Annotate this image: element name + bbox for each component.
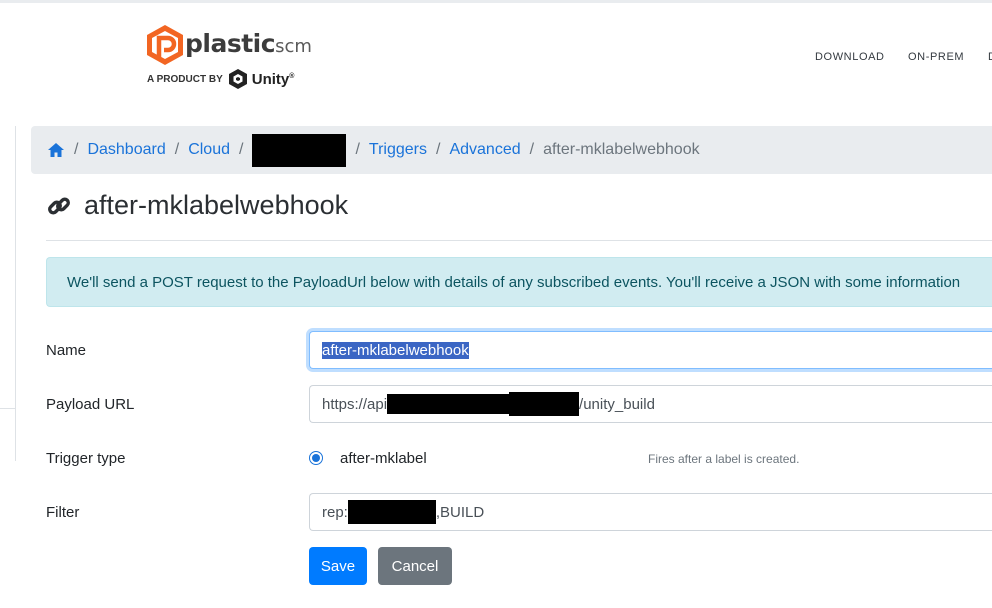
trigger-type-option[interactable]: after-mklabel: [340, 450, 427, 467]
breadcrumb-separator: /: [239, 141, 244, 158]
breadcrumb-advanced[interactable]: Advanced: [449, 141, 520, 159]
save-button[interactable]: Save: [309, 547, 367, 585]
breadcrumb-current: after-mklabelwebhook: [543, 141, 700, 158]
plastic-logo-icon: [147, 25, 183, 65]
logo-byline: A PRODUCT BY Unity®: [147, 68, 294, 90]
nav-item-cut-off[interactable]: D: [988, 51, 992, 63]
payload-url-suffix: /unity_build: [579, 395, 655, 413]
home-icon[interactable]: [47, 142, 65, 158]
breadcrumb: / Dashboard / Cloud / / Triggers / Advan…: [31, 126, 992, 174]
sidebar-edge: [0, 126, 16, 461]
breadcrumb-separator: /: [174, 141, 180, 158]
registered-mark: ®: [289, 72, 295, 80]
sidebar-divider: [0, 408, 15, 409]
page-title: after-mklabelwebhook: [84, 190, 349, 220]
info-alert-text: We'll send a POST request to the Payload…: [67, 273, 961, 291]
trigger-help-text: Fires after a label is created.: [648, 452, 800, 466]
page-header: after-mklabelwebhook: [46, 190, 348, 221]
logo-wordmark: plasticscm: [185, 29, 312, 58]
breadcrumb-separator: /: [355, 141, 360, 158]
filter-input[interactable]: rep: ,BUILD: [309, 493, 992, 531]
filter-suffix: ,BUILD: [435, 503, 485, 521]
filter-label: Filter: [46, 504, 80, 521]
redacted-url-part-2: [509, 392, 580, 416]
payload-url-prefix: https://api: [322, 395, 388, 413]
byline-text: A PRODUCT BY: [147, 73, 223, 85]
logo-word-suffix: scm: [275, 36, 312, 57]
name-label: Name: [46, 342, 87, 359]
breadcrumb-separator: /: [529, 141, 535, 158]
breadcrumb-dashboard[interactable]: Dashboard: [87, 141, 165, 159]
top-border: [0, 0, 992, 3]
link-icon: [48, 197, 70, 214]
redacted-url-part-1: [387, 394, 510, 414]
trigger-type-label: Trigger type: [46, 450, 126, 467]
info-alert: We'll send a POST request to the Payload…: [46, 257, 992, 307]
name-input[interactable]: after-mklabelwebhook: [309, 331, 992, 369]
cancel-button[interactable]: Cancel: [378, 547, 452, 585]
breadcrumb-triggers[interactable]: Triggers: [369, 141, 427, 159]
breadcrumb-separator: /: [436, 141, 441, 158]
unity-wordmark: Unity®: [252, 71, 295, 88]
payload-url-label: Payload URL: [46, 396, 135, 413]
breadcrumb-cloud[interactable]: Cloud: [188, 141, 230, 159]
redacted-organization[interactable]: [252, 133, 347, 167]
trigger-type-radio[interactable]: [309, 451, 323, 465]
payload-url-input[interactable]: https://api/unity_build: [309, 385, 992, 423]
filter-prefix: rep:: [322, 503, 348, 521]
logo-word-main: plastic: [185, 29, 276, 58]
unity-logo-icon: [228, 69, 247, 89]
redacted-filter-value: [347, 500, 436, 524]
nav-on-prem[interactable]: ON-PREM: [908, 51, 964, 63]
breadcrumb-separator: /: [74, 141, 79, 158]
title-divider: [46, 240, 992, 241]
nav-download[interactable]: DOWNLOAD: [815, 51, 885, 63]
unity-text: Unity: [251, 70, 290, 88]
name-input-value: after-mklabelwebhook: [322, 341, 469, 359]
